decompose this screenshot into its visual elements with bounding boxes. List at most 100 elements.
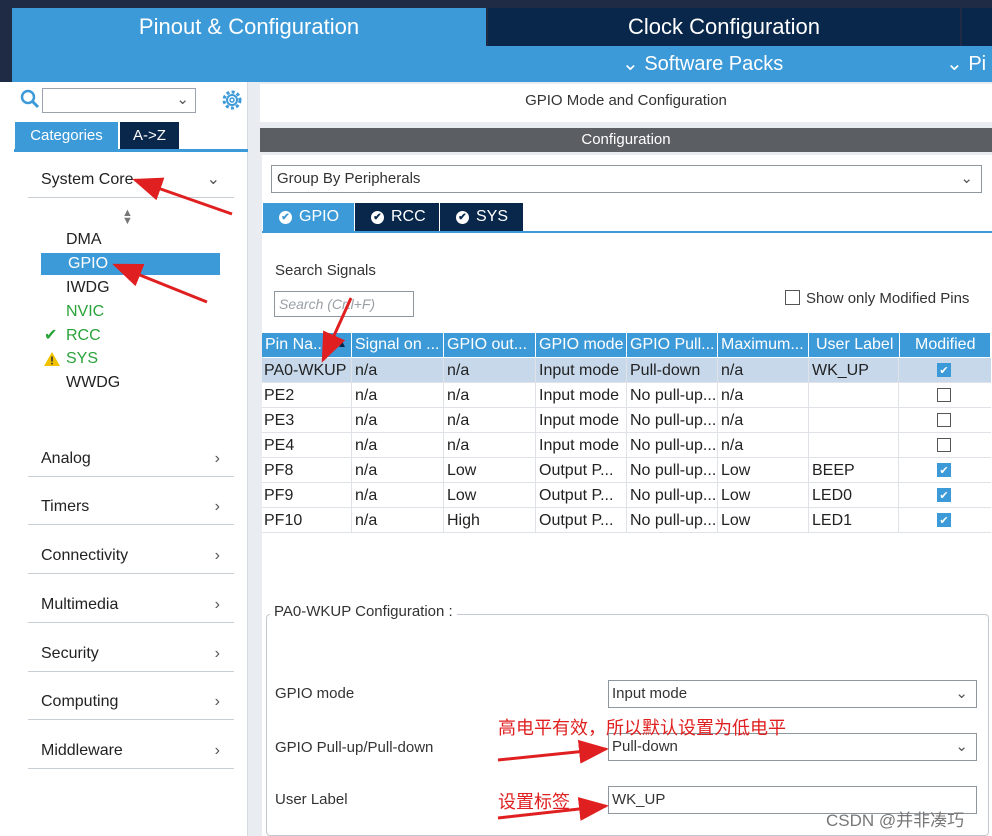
sidebar-item-dma[interactable]: DMA [66, 229, 102, 251]
cell-maximum[interactable]: n/a [720, 433, 809, 458]
cell-signal[interactable]: n/a [354, 358, 444, 383]
section-computing[interactable]: Computing › [28, 684, 234, 720]
cell-pin[interactable]: PA0-WKUP [263, 358, 352, 383]
cell-user-label[interactable] [811, 433, 899, 458]
cell-gpio-mode[interactable]: Output P... [538, 458, 627, 483]
cell-gpio-output[interactable]: Low [446, 458, 536, 483]
cell-gpio-output[interactable]: n/a [446, 383, 536, 408]
search-combobox[interactable]: ⌄ [42, 88, 196, 113]
cell-user-label[interactable]: BEEP [811, 458, 899, 483]
modified-checkbox[interactable]: ✔ [937, 513, 951, 527]
cell-maximum[interactable]: n/a [720, 408, 809, 433]
column-header-gpio-output[interactable]: GPIO out... [444, 333, 536, 357]
cell-signal[interactable]: n/a [354, 508, 444, 533]
software-packs-menu[interactable]: ⌄ Software Packs [622, 46, 783, 82]
sort-icon[interactable]: ▲ ▼ [122, 208, 133, 227]
section-system-core[interactable]: System Core ⌄ [28, 162, 234, 198]
tab-sys[interactable]: ✔ SYS [440, 203, 523, 231]
column-header-user-label[interactable]: User Label [809, 333, 900, 357]
pinout-menu[interactable]: ⌄ Pi [946, 46, 986, 82]
section-timers[interactable]: Timers › [28, 489, 234, 525]
modified-checkbox[interactable] [937, 388, 951, 402]
cell-gpio-pull[interactable]: No pull-up... [629, 433, 718, 458]
column-header-gpio-mode[interactable]: GPIO mode [536, 333, 627, 357]
cell-gpio-pull[interactable]: No pull-up... [629, 383, 718, 408]
tab-a-z[interactable]: A->Z [120, 122, 179, 149]
cell-gpio-mode[interactable]: Input mode [538, 383, 627, 408]
search-icon[interactable] [20, 89, 40, 109]
cell-gpio-output[interactable]: Low [446, 483, 536, 508]
tab-clock-configuration[interactable]: Clock Configuration [488, 8, 960, 46]
cell-gpio-pull[interactable]: No pull-up... [629, 483, 718, 508]
tab-rcc[interactable]: ✔ RCC [355, 203, 439, 231]
cell-user-label[interactable]: LED1 [811, 508, 899, 533]
group-by-select[interactable]: Group By Peripherals ⌄ [271, 165, 982, 193]
cell-gpio-pull[interactable]: No pull-up... [629, 458, 718, 483]
cell-gpio-mode[interactable]: Input mode [538, 358, 627, 383]
section-security[interactable]: Security › [28, 636, 234, 672]
cell-maximum[interactable]: Low [720, 458, 809, 483]
gear-icon[interactable] [220, 88, 244, 112]
cell-pin[interactable]: PF10 [263, 508, 352, 533]
cell-user-label[interactable]: WK_UP [811, 358, 899, 383]
modified-checkbox[interactable]: ✔ [937, 463, 951, 477]
modified-checkbox[interactable] [937, 438, 951, 452]
cell-gpio-output[interactable]: n/a [446, 433, 536, 458]
sidebar-item-wwdg[interactable]: WWDG [66, 372, 120, 394]
modified-checkbox[interactable]: ✔ [937, 488, 951, 502]
only-modified-checkbox[interactable]: Show only Modified Pins [785, 290, 969, 307]
search-signals-input[interactable]: Search (Crtl+F) [274, 291, 414, 317]
column-header-gpio-pull[interactable]: GPIO Pull... [627, 333, 718, 357]
sidebar-item-nvic[interactable]: NVIC [66, 301, 104, 323]
cell-pin[interactable]: PF8 [263, 458, 352, 483]
cell-maximum[interactable]: Low [720, 483, 809, 508]
cell-pin[interactable]: PE4 [263, 433, 352, 458]
column-header-maximum[interactable]: Maximum... [718, 333, 809, 357]
cell-signal[interactable]: n/a [354, 483, 444, 508]
cell-gpio-pull[interactable]: Pull-down [629, 358, 718, 383]
cell-pin[interactable]: PE3 [263, 408, 352, 433]
section-connectivity[interactable]: Connectivity › [28, 538, 234, 574]
cell-signal[interactable]: n/a [354, 458, 444, 483]
tab-more[interactable] [962, 8, 992, 46]
modified-checkbox[interactable]: ✔ [937, 363, 951, 377]
column-header-signal[interactable]: Signal on ... [352, 333, 444, 357]
cell-pin[interactable]: PE2 [263, 383, 352, 408]
cell-gpio-mode[interactable]: Output P... [538, 508, 627, 533]
cell-gpio-output[interactable]: n/a [446, 358, 536, 383]
sidebar-item-sys[interactable]: SYS [66, 348, 98, 370]
cell-gpio-output[interactable]: High [446, 508, 536, 533]
section-analog[interactable]: Analog › [28, 441, 234, 477]
software-packs-label: Software Packs [644, 53, 784, 75]
cell-gpio-pull[interactable]: No pull-up... [629, 508, 718, 533]
cell-gpio-pull[interactable]: No pull-up... [629, 408, 718, 433]
cell-maximum[interactable]: n/a [720, 383, 809, 408]
cell-gpio-mode[interactable]: Input mode [538, 433, 627, 458]
tab-categories[interactable]: Categories [15, 122, 118, 149]
section-label: System Core [41, 171, 134, 188]
section-middleware[interactable]: Middleware › [28, 733, 234, 769]
cell-user-label[interactable]: LED0 [811, 483, 899, 508]
gpio-mode-select[interactable]: Input mode ⌄ [608, 680, 977, 708]
cell-gpio-mode[interactable]: Input mode [538, 408, 627, 433]
section-multimedia[interactable]: Multimedia › [28, 587, 234, 623]
cell-gpio-output[interactable]: n/a [446, 408, 536, 433]
cell-maximum[interactable]: n/a [720, 358, 809, 383]
cell-pin[interactable]: PF9 [263, 483, 352, 508]
tab-gpio[interactable]: ✔ GPIO [263, 203, 354, 231]
cell-user-label[interactable] [811, 383, 899, 408]
cell-maximum[interactable]: Low [720, 508, 809, 533]
cell-gpio-mode[interactable]: Output P... [538, 483, 627, 508]
tab-pinout-configuration[interactable]: Pinout & Configuration [12, 8, 486, 46]
cell-user-label[interactable] [811, 408, 899, 433]
cell-signal[interactable]: n/a [354, 383, 444, 408]
cell-signal[interactable]: n/a [354, 433, 444, 458]
column-header-modified[interactable]: Modified [900, 333, 991, 357]
sidebar-item-gpio[interactable]: GPIO [41, 253, 220, 275]
column-header-pin-name[interactable]: Pin Na... ▲ [262, 333, 352, 357]
cell-signal[interactable]: n/a [354, 408, 444, 433]
modified-checkbox[interactable] [937, 413, 951, 427]
sidebar-item-iwdg[interactable]: IWDG [66, 277, 110, 299]
configuration-header: Configuration [260, 128, 992, 152]
sidebar-item-rcc[interactable]: RCC [66, 325, 101, 347]
